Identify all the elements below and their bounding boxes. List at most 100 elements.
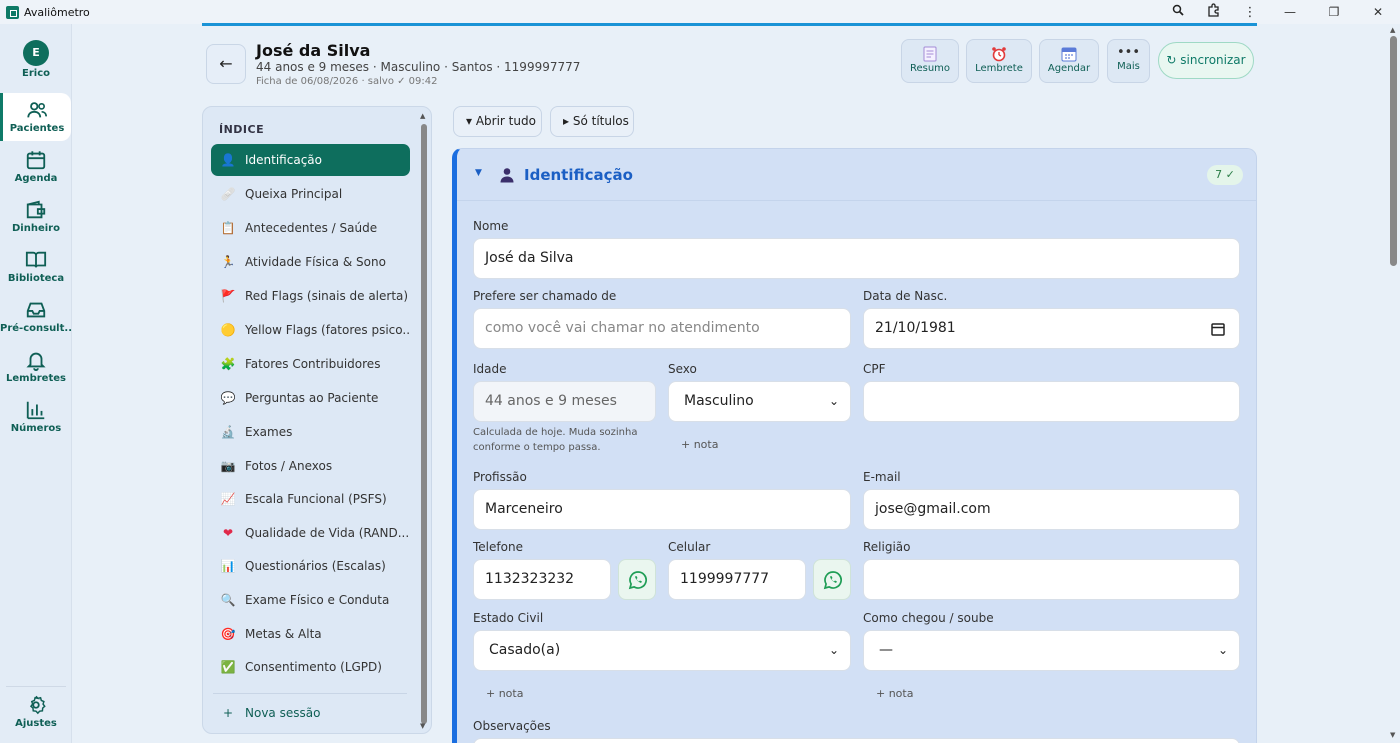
yellow-circle-icon: 🟡	[220, 323, 236, 337]
restore-button[interactable]: ❐	[1312, 5, 1356, 19]
rail-item-agenda[interactable]: Agenda	[0, 149, 72, 184]
idade-hint-line2: conforme o tempo passa.	[473, 442, 601, 453]
agendar-label: Agendar	[1047, 63, 1091, 74]
scroll-up-arrow-icon[interactable]: ▲	[1390, 26, 1395, 34]
open-all-button[interactable]: ▾ Abrir tudo	[453, 106, 542, 137]
estado-civil-select[interactable]: Casado(a) ⌄	[473, 630, 851, 671]
nome-input[interactable]: José da Silva	[473, 238, 1240, 279]
scrollbar-thumb[interactable]	[421, 124, 427, 724]
completion-badge: 7 ✓	[1207, 165, 1243, 185]
sexo-label: Sexo	[668, 362, 697, 376]
nascimento-date-input[interactable]: 21/10/1981	[863, 308, 1240, 349]
index-item-antecedentes[interactable]: 📋 Antecedentes / Saúde	[211, 212, 410, 244]
index-item-red-flags[interactable]: 🚩 Red Flags (sinais de alerta)	[211, 280, 410, 312]
calendar-icon	[26, 151, 46, 170]
sexo-select[interactable]: Masculino ⌄	[668, 381, 851, 422]
celular-label: Celular	[668, 540, 711, 554]
resumo-label: Resumo	[909, 63, 951, 74]
close-button[interactable]: ✕	[1356, 5, 1400, 19]
agendar-button[interactable]: Agendar	[1039, 39, 1099, 83]
scrollbar-thumb[interactable]	[1390, 36, 1397, 266]
minimize-button[interactable]: —	[1268, 5, 1312, 19]
celular-input[interactable]: 1199997777	[668, 559, 806, 600]
index-item-fatores[interactable]: 🧩 Fatores Contribuidores	[211, 348, 410, 380]
apelido-input[interactable]: como você vai chamar no atendimento	[473, 308, 851, 349]
new-session-button[interactable]: + Nova sessão	[211, 699, 410, 727]
navigation-rail: E Erico Pacientes Agenda Dinheiro Biblio…	[0, 24, 72, 743]
patient-name: José da Silva	[256, 41, 371, 60]
rail-label: Ajustes	[15, 718, 57, 729]
rail-item-pacientes[interactable]: Pacientes	[0, 93, 71, 141]
red-flag-icon: 🚩	[220, 289, 236, 303]
rail-item-pre-consulta[interactable]: Pré-consult...	[0, 299, 72, 334]
scroll-up-arrow-icon[interactable]: ▲	[420, 112, 425, 120]
email-input[interactable]: jose@gmail.com	[863, 489, 1240, 530]
celular-whatsapp-button[interactable]	[813, 559, 851, 600]
rail-label: Biblioteca	[7, 273, 65, 284]
estado-civil-label: Estado Civil	[473, 611, 544, 625]
observacoes-textarea[interactable]	[473, 738, 1240, 743]
mais-button[interactable]: ••• Mais	[1107, 39, 1150, 83]
zoom-icon[interactable]	[1160, 4, 1196, 20]
page-scrollbar[interactable]: ▲ ▼	[1388, 24, 1400, 743]
index-item-exames[interactable]: 🔬 Exames	[211, 416, 410, 448]
chevron-down-icon: ⌄	[1217, 643, 1228, 657]
observacoes-label: Observações	[473, 719, 551, 733]
index-title: ÍNDICE	[219, 123, 265, 136]
index-item-atividade[interactable]: 🏃 Atividade Física & Sono	[211, 246, 410, 278]
user-avatar-button[interactable]: E Erico	[0, 40, 72, 79]
index-item-fotos[interactable]: 📷 Fotos / Anexos	[211, 450, 410, 482]
calendar-picker-icon[interactable]	[1211, 322, 1225, 336]
nome-label: Nome	[473, 219, 509, 233]
index-item-label: Fatores Contribuidores	[245, 357, 381, 371]
extensions-icon[interactable]	[1196, 3, 1232, 21]
index-item-metas[interactable]: 🎯 Metas & Alta	[211, 618, 410, 650]
rail-label: Lembretes	[6, 373, 66, 384]
idade-hint: Calculada de hoje. Muda sozinha conforme …	[473, 425, 638, 455]
index-item-perguntas[interactable]: 💬 Perguntas ao Paciente	[211, 382, 410, 414]
index-item-label: Escala Funcional (PSFS)	[245, 492, 387, 506]
como-chegou-note-button[interactable]: + nota	[876, 687, 913, 700]
religiao-input[interactable]	[863, 559, 1240, 600]
resumo-button[interactable]: Resumo	[901, 39, 959, 83]
new-session-label: Nova sessão	[245, 706, 321, 720]
telefone-input[interactable]: 1132323232	[473, 559, 611, 600]
scroll-down-arrow-icon[interactable]: ▼	[420, 722, 425, 730]
rail-item-ajustes[interactable]: Ajustes	[0, 694, 72, 729]
more-horizontal-icon: •••	[1116, 45, 1140, 60]
profissao-input[interactable]: Marceneiro	[473, 489, 851, 530]
index-item-questionarios[interactable]: 📊 Questionários (Escalas)	[211, 550, 410, 582]
estado-civil-note-button[interactable]: + nota	[486, 687, 523, 700]
telefone-whatsapp-button[interactable]	[618, 559, 656, 600]
saved-status: Ficha de 06/08/2026 · salvo ✓ 09:42	[256, 76, 438, 87]
patient-info: 44 anos e 9 meses · Masculino · Santos ·…	[256, 60, 581, 74]
cpf-input[interactable]	[863, 381, 1240, 422]
index-item-identificacao[interactable]: 👤 Identificação	[211, 144, 410, 176]
index-item-yellow-flags[interactable]: 🟡 Yellow Flags (fatores psico...	[211, 314, 410, 346]
index-item-psfs[interactable]: 📈 Escala Funcional (PSFS)	[211, 483, 410, 515]
index-item-queixa[interactable]: 🩹 Queixa Principal	[211, 178, 410, 210]
rail-label: Dinheiro	[12, 223, 60, 234]
section-header[interactable]: ▼ Identificação 7 ✓	[457, 149, 1256, 201]
index-scrollbar[interactable]: ▲ ▼	[420, 112, 428, 730]
rail-label: Números	[10, 423, 62, 434]
collapse-caret-icon[interactable]: ▼	[475, 168, 482, 178]
rail-item-dinheiro[interactable]: Dinheiro	[0, 199, 72, 234]
sync-button[interactable]: ↻ sincronizar	[1158, 42, 1254, 79]
index-item-exame-fisico[interactable]: 🔍 Exame Físico e Conduta	[211, 584, 410, 616]
titles-only-button[interactable]: ▸ Só títulos	[550, 106, 634, 137]
rail-item-numeros[interactable]: Números	[0, 399, 72, 434]
back-button[interactable]: ←	[206, 44, 246, 84]
sexo-note-button[interactable]: + nota	[681, 438, 718, 451]
alarm-clock-icon	[992, 47, 1006, 62]
heart-icon: ❤	[222, 526, 234, 540]
rail-item-lembretes[interactable]: Lembretes	[0, 349, 72, 384]
rail-item-biblioteca[interactable]: Biblioteca	[0, 249, 72, 284]
scroll-down-arrow-icon[interactable]: ▼	[1390, 731, 1395, 739]
lembrete-button[interactable]: Lembrete	[966, 39, 1032, 83]
como-chegou-select[interactable]: — ⌄	[863, 630, 1240, 671]
index-item-consentimento[interactable]: ✅ Consentimento (LGPD)	[211, 651, 410, 683]
section-title: Identificação	[524, 166, 633, 184]
more-vert-icon[interactable]: ⋮	[1232, 5, 1268, 20]
index-item-qualidade[interactable]: ❤ Qualidade de Vida (RAND...	[211, 517, 410, 549]
